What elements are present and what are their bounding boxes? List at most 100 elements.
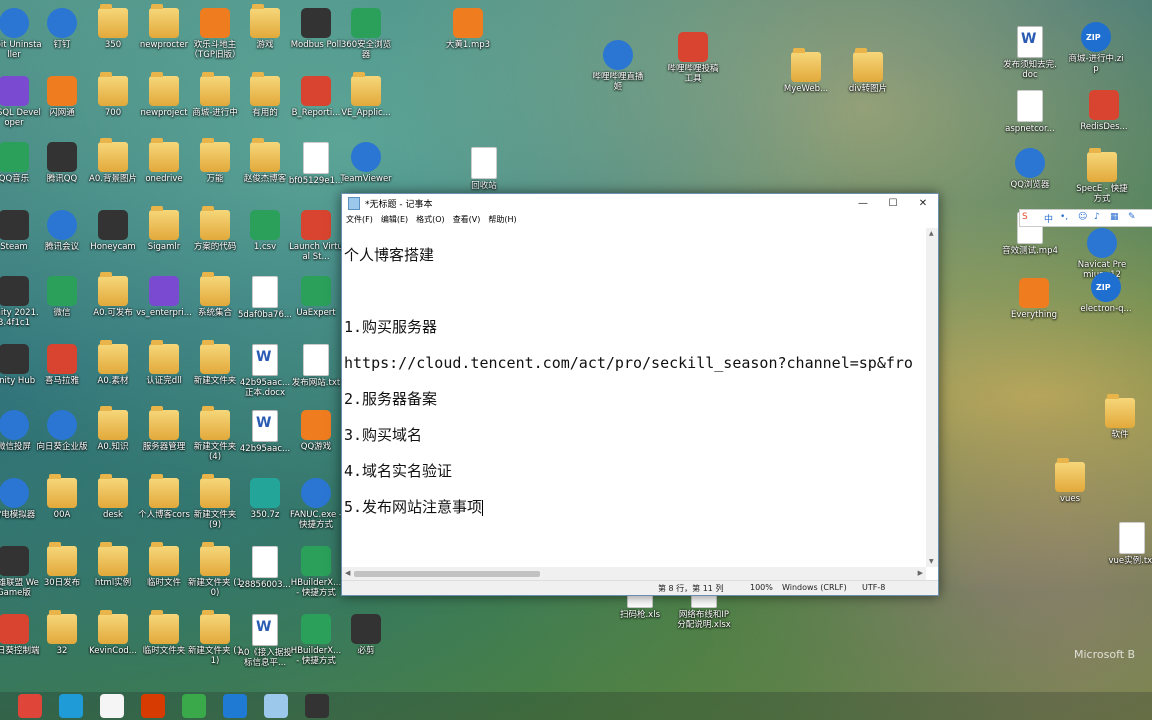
desktop-icon[interactable]: 个人博客cors [136, 474, 192, 536]
taskbar-360browser-icon[interactable] [182, 694, 206, 718]
desktop-icon[interactable]: 方案的代码 [187, 206, 243, 268]
desktop-icon[interactable]: Launch Virtual St... [288, 208, 344, 268]
desktop-icon[interactable]: 350 [85, 4, 141, 66]
desktop-icon[interactable]: 向日葵企业版 [34, 408, 90, 468]
desktop-icon[interactable]: 腾讯会议 [34, 208, 90, 268]
desktop-icon[interactable]: 喜马拉雅 [34, 342, 90, 402]
desktop-icon[interactable]: A0《接入据投标信息平... [237, 612, 293, 672]
menu-view[interactable]: 查看(V) [453, 214, 481, 225]
desktop-icon[interactable]: 有用的 [237, 72, 293, 134]
desktop-icon[interactable]: A0.素材 [85, 340, 141, 402]
desktop-icon[interactable]: 发布须知去完.doc [1002, 24, 1058, 84]
desktop-icon[interactable]: 软件 [1092, 394, 1148, 456]
taskbar-sunlogin-icon[interactable] [100, 694, 124, 718]
desktop-icon[interactable]: 32 [34, 610, 90, 672]
close-button[interactable]: ✕ [908, 194, 938, 212]
desktop-icon[interactable]: 新建文件夹 [187, 340, 243, 402]
desktop-icon[interactable]: B_Reporti... [288, 74, 344, 134]
ime-toolbar[interactable]: S 中 •, ☺ ♪ ▦ ✎ [1019, 209, 1152, 227]
desktop-icon[interactable]: 微信 [34, 274, 90, 334]
scroll-up-icon[interactable]: ▲ [929, 230, 934, 237]
vertical-scrollbar[interactable]: ▲ ▼ [926, 228, 938, 567]
scroll-left-icon[interactable]: ◀ [345, 569, 350, 577]
desktop-icon[interactable]: 新建文件夹 (4) [187, 406, 243, 468]
desktop-icon[interactable]: bf05129e1... [288, 140, 344, 200]
punctuation-icon[interactable]: •, [1060, 212, 1068, 222]
desktop-icon[interactable]: 哔哩哔哩直播姬 [590, 38, 646, 98]
desktop-icon[interactable]: onedrive [136, 138, 192, 200]
desktop-icon[interactable]: Sigamlr [136, 206, 192, 268]
voice-icon[interactable]: ♪ [1094, 212, 1100, 222]
horizontal-scrollbar[interactable]: ◀ ▶ [342, 567, 926, 581]
desktop-icon[interactable]: QQ游戏 [288, 408, 344, 468]
desktop-icon[interactable]: vues [1042, 458, 1098, 520]
desktop-icon[interactable]: 00A [34, 474, 90, 536]
desktop-icon[interactable]: desk [85, 474, 141, 536]
desktop-icon[interactable]: 钉钉 [34, 6, 90, 66]
desktop-icon[interactable]: 万能 [187, 138, 243, 200]
horizontal-scroll-thumb[interactable] [354, 571, 540, 577]
desktop-icon[interactable]: vs_enterpri... [136, 274, 192, 334]
taskbar-vscode-icon[interactable] [223, 694, 247, 718]
sogou-icon[interactable]: S [1022, 212, 1028, 222]
desktop-icon[interactable]: vue实例.txt [1104, 520, 1152, 580]
desktop-icon[interactable]: 28856003... [237, 544, 293, 604]
desktop-icon[interactable]: html实例 [85, 542, 141, 604]
desktop-icon[interactable]: 42b95aac...正本.docx [237, 342, 293, 402]
desktop-icon[interactable]: 商城-进行中.zip [1068, 20, 1124, 80]
desktop-icon[interactable]: MyeWeb... [778, 48, 834, 110]
emoji-icon[interactable]: ☺ [1078, 212, 1087, 222]
desktop-icon[interactable]: TeamViewer [338, 140, 394, 200]
desktop-icon[interactable]: 发布网站.txt [288, 342, 344, 402]
desktop-icon[interactable]: RedisDes... [1076, 88, 1132, 148]
desktop-icon[interactable]: 认证完dll [136, 340, 192, 402]
desktop-icon[interactable]: div转图片 [840, 48, 896, 110]
scroll-down-icon[interactable]: ▼ [929, 558, 934, 565]
menu-format[interactable]: 格式(O) [416, 214, 445, 225]
desktop-icon[interactable]: newprocter [136, 4, 192, 66]
ime-language[interactable]: 中 [1044, 212, 1053, 225]
desktop-icon[interactable]: 必剪 [338, 612, 394, 672]
desktop-icon[interactable]: Honeycam [85, 208, 141, 268]
desktop-icon[interactable]: 700 [85, 72, 141, 134]
menu-file[interactable]: 文件(F) [346, 214, 373, 225]
desktop-icon[interactable]: electron-q... [1078, 270, 1134, 330]
desktop-icon[interactable]: 30日发布 [34, 542, 90, 604]
desktop-icon[interactable]: 新建文件夹 (10) [187, 542, 243, 604]
desktop-icon[interactable]: Everything [1006, 276, 1062, 336]
desktop-icon[interactable]: 大黄1.mp3 [440, 6, 496, 66]
desktop-icon[interactable]: 服务器管理 [136, 406, 192, 468]
desktop-icon[interactable]: HBuilderX... - 快捷方式 [288, 544, 344, 604]
menu-edit[interactable]: 编辑(E) [381, 214, 408, 225]
desktop-icon[interactable]: 临时文件 [136, 542, 192, 604]
maximize-button[interactable]: ☐ [878, 194, 908, 212]
taskbar-office-icon[interactable] [141, 694, 165, 718]
desktop-icon[interactable]: QQ浏览器 [1002, 146, 1058, 206]
skin-icon[interactable]: ✎ [1128, 212, 1136, 222]
taskbar-bilibili-cut-icon[interactable] [305, 694, 329, 718]
desktop-icon[interactable]: 商城-进行中 [187, 72, 243, 134]
taskbar-notepad-icon[interactable] [264, 694, 288, 718]
desktop-icon[interactable]: 临时文件夹 [136, 610, 192, 672]
taskbar-chrome-icon[interactable] [18, 694, 42, 718]
desktop-icon[interactable]: SpecE - 快捷方式 [1074, 148, 1130, 210]
keyboard-icon[interactable]: ▦ [1110, 212, 1119, 222]
desktop-icon[interactable]: 赵俊杰博客 [237, 138, 293, 200]
desktop-icon[interactable]: 350.7z [237, 476, 293, 536]
desktop-icon[interactable]: 欢乐斗地主（TGP旧版） [187, 6, 243, 66]
desktop-icon[interactable]: VE_Applic... [338, 72, 394, 134]
desktop-icon[interactable]: Modbus Poll [288, 6, 344, 66]
menu-help[interactable]: 帮助(H) [488, 214, 516, 225]
desktop-icon[interactable]: 系统集合 [187, 272, 243, 334]
notepad-window[interactable]: *无标题 - 记事本 — ☐ ✕ 文件(F) 编辑(E) 格式(O) 查看(V)… [341, 193, 939, 596]
desktop-icon[interactable]: 游戏 [237, 4, 293, 66]
desktop-icon[interactable]: 新建文件夹 (9) [187, 474, 243, 536]
desktop-icon[interactable]: A0.背景图片 [85, 138, 141, 200]
desktop-icon[interactable]: KevinCod... [85, 610, 141, 672]
desktop-icon[interactable]: 5daf0ba76... [237, 274, 293, 334]
desktop-icon[interactable]: 哔哩哔哩投稿工具 [665, 30, 721, 90]
desktop-icon[interactable]: 闪网通 [34, 74, 90, 134]
desktop-icon[interactable]: HBuilderX... - 快捷方式 [288, 612, 344, 672]
desktop-icon[interactable]: 360安全浏览器 [338, 6, 394, 66]
desktop-icon[interactable]: 腾讯QQ [34, 140, 90, 200]
